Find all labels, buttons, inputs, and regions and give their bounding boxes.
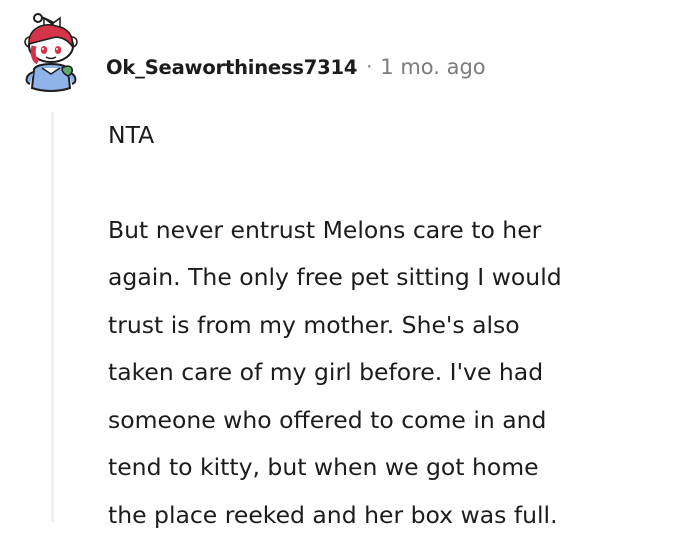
meta-separator: · bbox=[366, 56, 372, 78]
user-avatar[interactable] bbox=[18, 12, 94, 96]
comment: Ok_Seaworthiness7314 · 1 mo. ago NTA But… bbox=[0, 0, 700, 522]
comment-author[interactable]: Ok_Seaworthiness7314 bbox=[106, 56, 357, 79]
comment-text-line: taken care of my girl before. I've had bbox=[108, 349, 693, 397]
comment-text-line: the place reeked and her box was full. bbox=[108, 492, 693, 539]
comment-text-line: someone who offered to come in and bbox=[108, 397, 693, 445]
comment-text-line: But never entrust Melons care to her bbox=[108, 207, 693, 255]
comment-text-line: again. The only free pet sitting I would bbox=[108, 254, 693, 302]
comment-text-line: trust is from my mother. She's also bbox=[108, 302, 693, 350]
comment-text-line: tend to kitty, but when we got home bbox=[108, 444, 693, 492]
comment-timestamp[interactable]: 1 mo. ago bbox=[380, 55, 485, 79]
comment-text-line: NTA bbox=[108, 112, 693, 160]
thread-collapse-line[interactable] bbox=[51, 112, 54, 522]
comment-body: NTA But never entrust Melons care to her… bbox=[108, 112, 693, 539]
comment-paragraph: NTA bbox=[108, 112, 693, 160]
snoo-avatar-icon bbox=[18, 12, 94, 96]
comment-paragraph: But never entrust Melons care to her aga… bbox=[108, 207, 693, 539]
comment-header: Ok_Seaworthiness7314 · 1 mo. ago bbox=[106, 50, 486, 84]
